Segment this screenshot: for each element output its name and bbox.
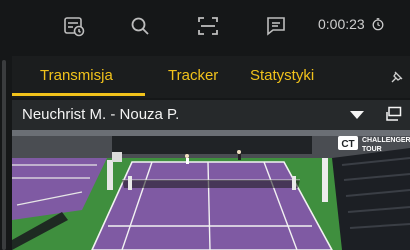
- active-tab-indicator: [12, 93, 145, 96]
- timer: 0:00:23: [318, 16, 385, 32]
- left-scrollbar[interactable]: [2, 60, 6, 250]
- stopwatch-icon: [372, 18, 384, 31]
- match-selector[interactable]: Neuchrist M. - Nouza P.: [12, 100, 410, 130]
- svg-text:CHALLENGER: CHALLENGER: [362, 137, 410, 144]
- tab-transmisja[interactable]: Transmisja: [40, 67, 113, 84]
- chat-icon[interactable]: [264, 14, 288, 38]
- popout-icon[interactable]: [384, 106, 402, 122]
- pin-icon[interactable]: [390, 70, 404, 84]
- svg-text:CT: CT: [341, 139, 354, 150]
- video-stream[interactable]: CT CHALLENGER TOUR: [12, 130, 410, 250]
- scan-icon[interactable]: [196, 14, 220, 38]
- top-toolbar: 0:00:23: [0, 0, 410, 54]
- svg-text:TOUR: TOUR: [362, 146, 382, 153]
- chevron-down-icon[interactable]: [350, 111, 364, 119]
- timer-value: 0:00:23: [318, 16, 365, 32]
- tab-statystyki[interactable]: Statystyki: [250, 67, 314, 84]
- tennis-court-scene: CT CHALLENGER TOUR: [12, 130, 410, 250]
- tab-bar: Transmisja Tracker Statystyki: [12, 56, 410, 98]
- calendar-history-icon[interactable]: [62, 14, 86, 38]
- tab-tracker[interactable]: Tracker: [168, 67, 218, 84]
- match-title: Neuchrist M. - Nouza P.: [22, 106, 180, 123]
- search-icon[interactable]: [128, 14, 152, 38]
